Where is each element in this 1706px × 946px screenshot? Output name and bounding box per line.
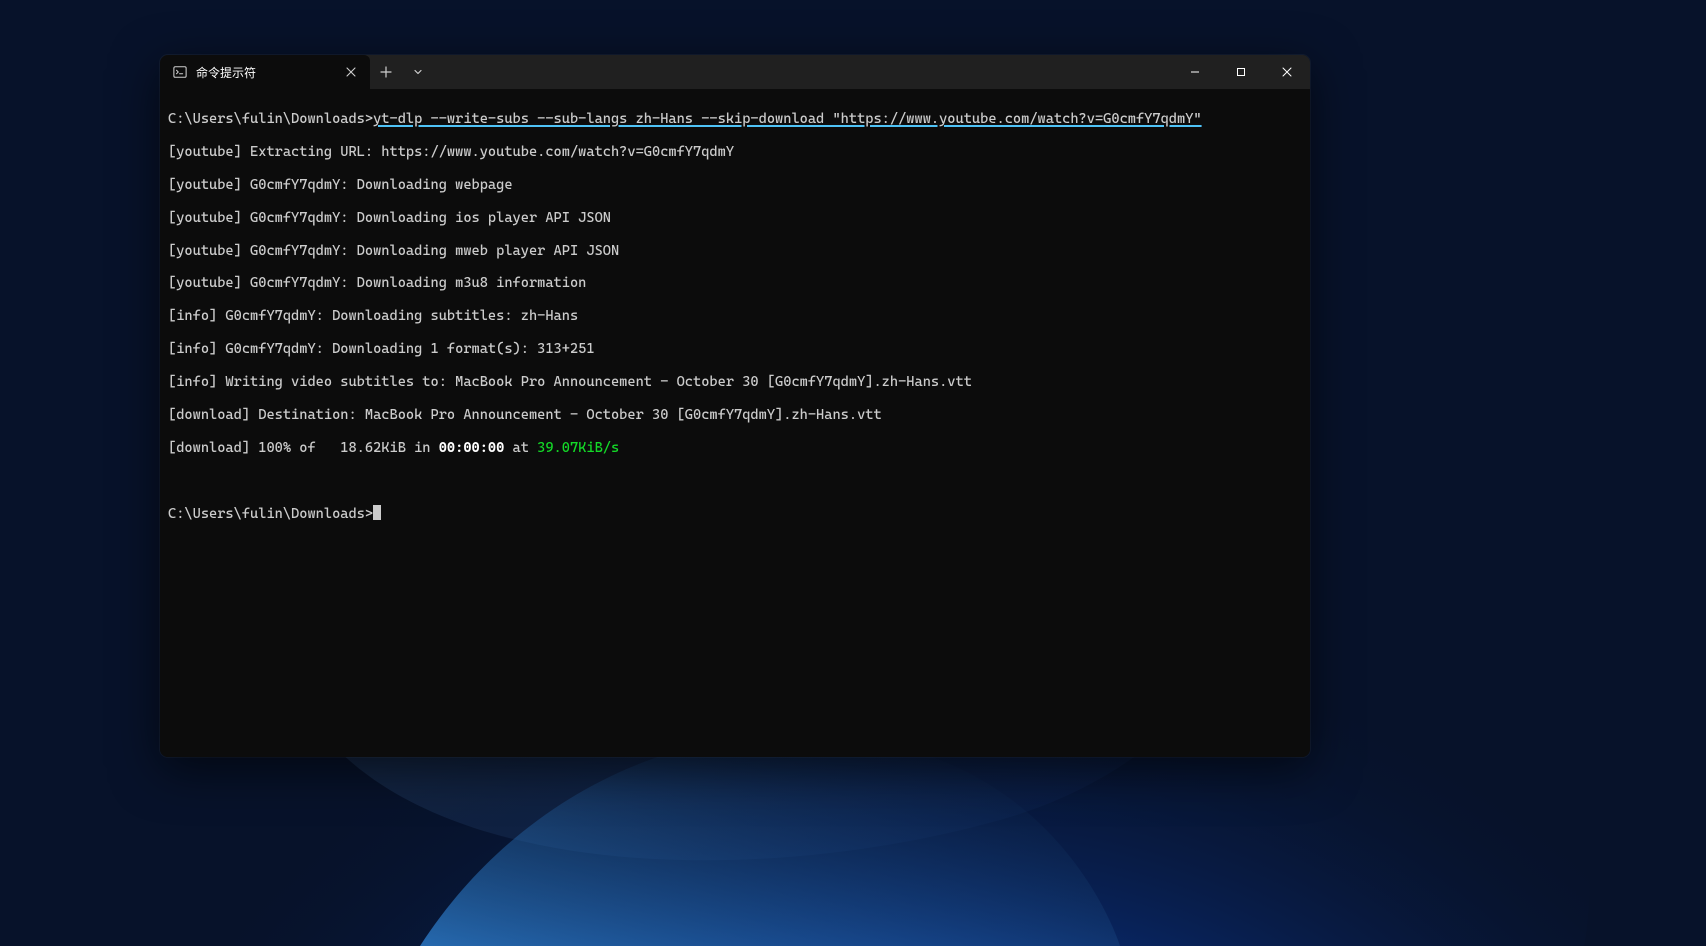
tab-active[interactable]: 命令提示符 <box>160 55 370 89</box>
titlebar-rest[interactable] <box>370 55 1310 89</box>
close-button[interactable] <box>1264 55 1310 89</box>
tab-title: 命令提示符 <box>196 64 334 81</box>
blank-line <box>168 472 1302 488</box>
command-text: yt-dlp --write-subs --sub-langs zh-Hans … <box>373 111 1202 127</box>
output-line: [info] G0cmfY7qdmY: Downloading subtitle… <box>168 308 1302 324</box>
prompt: C:\Users\fulin\Downloads> <box>168 506 373 522</box>
terminal-window: 命令提示符 <box>160 55 1310 757</box>
output-line: [info] Writing video subtitles to: MacBo… <box>168 374 1302 390</box>
output-line: [download] Destination: MacBook Pro Anno… <box>168 407 1302 423</box>
tab-dropdown-button[interactable] <box>402 55 434 89</box>
output-line: [info] G0cmfY7qdmY: Downloading 1 format… <box>168 341 1302 357</box>
output-line: [youtube] G0cmfY7qdmY: Downloading m3u8 … <box>168 275 1302 291</box>
minimize-button[interactable] <box>1172 55 1218 89</box>
new-tab-button[interactable] <box>370 55 402 89</box>
window-controls <box>1172 55 1310 89</box>
maximize-button[interactable] <box>1218 55 1264 89</box>
prompt: C:\Users\fulin\Downloads> <box>168 111 373 127</box>
cmd-icon <box>172 64 188 80</box>
output-line: [youtube] G0cmfY7qdmY: Downloading ios p… <box>168 210 1302 226</box>
titlebar[interactable]: 命令提示符 <box>160 55 1310 89</box>
terminal-output[interactable]: C:\Users\fulin\Downloads>yt-dlp --write-… <box>160 89 1310 757</box>
output-line: [youtube] G0cmfY7qdmY: Downloading mweb … <box>168 243 1302 259</box>
output-line: [youtube] Extracting URL: https://www.yo… <box>168 144 1302 160</box>
cursor <box>373 505 381 520</box>
tab-close-button[interactable] <box>342 63 360 81</box>
output-line: [download] 100% of 18.62KiB in 00:00:00 … <box>168 440 1302 456</box>
output-line: [youtube] G0cmfY7qdmY: Downloading webpa… <box>168 177 1302 193</box>
